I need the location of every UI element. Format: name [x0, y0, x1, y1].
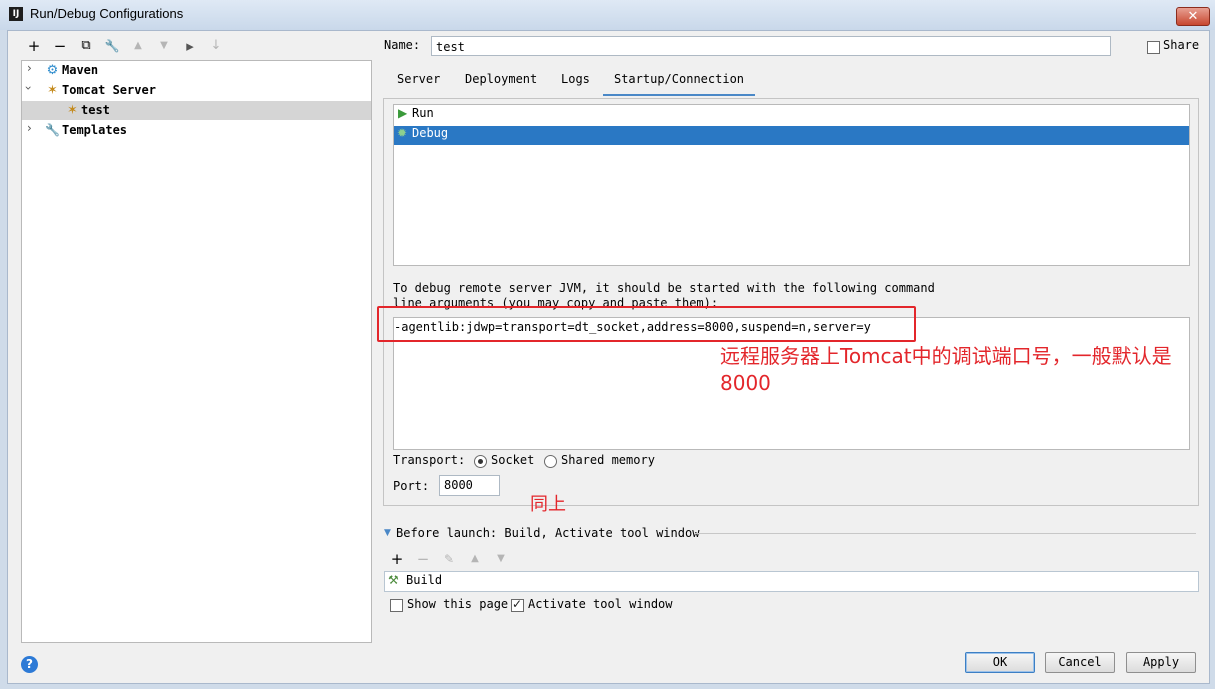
- intellij-app-icon: IJ: [9, 7, 23, 21]
- startup-mode-list[interactable]: ▶ Run ✹ Debug: [393, 104, 1190, 266]
- copy-configuration-icon[interactable]: ⧉: [78, 37, 94, 55]
- list-item-debug[interactable]: ✹ Debug: [394, 126, 1189, 145]
- help-icon[interactable]: ?: [21, 656, 38, 673]
- chevron-right-icon[interactable]: ›: [27, 61, 32, 75]
- show-this-page-label: Show this page: [407, 597, 509, 611]
- tree-item-label: test: [81, 103, 110, 117]
- annotation-same-as-above: 同上: [530, 494, 566, 515]
- new-folder-icon[interactable]: ▸: [182, 37, 198, 55]
- annotation-highlight-box: [377, 306, 916, 342]
- close-window-button[interactable]: ✕: [1176, 7, 1210, 26]
- tab-server[interactable]: Server: [397, 72, 440, 94]
- cancel-button[interactable]: Cancel: [1045, 652, 1115, 673]
- edit-defaults-wrench-icon[interactable]: 🔧: [104, 37, 120, 55]
- tree-item-label: Tomcat Server: [62, 83, 156, 97]
- sort-icon[interactable]: ↓: [208, 37, 224, 55]
- tree-item-test[interactable]: ✶ test: [22, 101, 371, 120]
- tree-item-templates[interactable]: › 🔧 Templates: [22, 121, 371, 140]
- remove-configuration-icon[interactable]: −: [52, 37, 68, 55]
- move-task-down-icon[interactable]: ▼: [493, 550, 509, 568]
- debug-bug-icon: ✹: [397, 126, 408, 140]
- transport-label: Transport:: [393, 453, 466, 467]
- chevron-right-icon[interactable]: ›: [27, 121, 32, 135]
- wrench-icon: 🔧: [45, 123, 60, 137]
- tab-startup-connection[interactable]: Startup/Connection: [603, 72, 755, 96]
- tomcat-icon: ✶: [47, 83, 58, 98]
- tree-item-label: Templates: [62, 123, 128, 137]
- tree-item-label: Maven: [62, 63, 99, 77]
- share-label: Share: [1163, 38, 1200, 52]
- shared-memory-radio-label: Shared memory: [561, 453, 655, 467]
- remove-task-icon[interactable]: −: [415, 550, 431, 568]
- tomcat-icon: ✶: [67, 103, 78, 118]
- build-hammer-icon: ⚒: [388, 573, 399, 587]
- list-item-label: Debug: [412, 126, 449, 140]
- list-item-label: Run: [412, 106, 434, 120]
- run-icon: ▶: [398, 106, 408, 120]
- configuration-tree[interactable]: › ⚙ Maven › ✶ Tomcat Server ✶ test › 🔧 T…: [21, 60, 372, 643]
- socket-radio-label: Socket: [491, 453, 535, 467]
- move-up-icon[interactable]: ▲: [130, 37, 146, 55]
- activate-tool-window-checkbox[interactable]: [511, 597, 524, 612]
- chevron-down-icon[interactable]: ›: [21, 86, 35, 91]
- tab-deployment[interactable]: Deployment: [465, 72, 537, 94]
- before-launch-task-list[interactable]: ⚒ Build: [384, 571, 1199, 592]
- tree-item-tomcat-server[interactable]: › ✶ Tomcat Server: [21, 81, 371, 100]
- name-input[interactable]: test: [431, 36, 1111, 56]
- show-this-page-checkbox[interactable]: [390, 599, 403, 612]
- move-task-up-icon[interactable]: ▲: [467, 550, 483, 568]
- add-configuration-icon[interactable]: +: [26, 37, 42, 55]
- apply-button[interactable]: Apply: [1126, 652, 1196, 673]
- port-label: Port:: [393, 479, 430, 493]
- annotation-debug-port-note: 远程服务器上Tomcat中的调试端口号，一般默认是8000: [720, 344, 1172, 395]
- name-label: Name:: [384, 38, 421, 52]
- edit-task-pencil-icon[interactable]: ✎: [441, 550, 457, 568]
- list-item-run[interactable]: ▶ Run: [394, 106, 1189, 125]
- tab-logs[interactable]: Logs: [561, 72, 590, 94]
- window-title: Run/Debug Configurations: [30, 6, 184, 21]
- add-task-icon[interactable]: +: [389, 550, 405, 568]
- share-checkbox[interactable]: [1147, 41, 1160, 54]
- ok-button[interactable]: OK: [965, 652, 1035, 673]
- collapse-triangle-icon[interactable]: ▼: [384, 526, 391, 540]
- socket-radio[interactable]: [474, 455, 487, 468]
- before-launch-header[interactable]: Before launch: Build, Activate tool wind…: [396, 526, 699, 540]
- activate-tool-window-label: Activate tool window: [528, 597, 673, 611]
- move-down-icon[interactable]: ▼: [156, 37, 172, 55]
- shared-memory-radio[interactable]: [544, 455, 557, 468]
- tree-item-maven[interactable]: › ⚙ Maven: [22, 61, 371, 80]
- port-input[interactable]: 8000: [439, 475, 500, 496]
- gear-icon: ⚙: [46, 63, 59, 78]
- section-divider: [695, 533, 1196, 534]
- task-build-label[interactable]: Build: [406, 573, 442, 587]
